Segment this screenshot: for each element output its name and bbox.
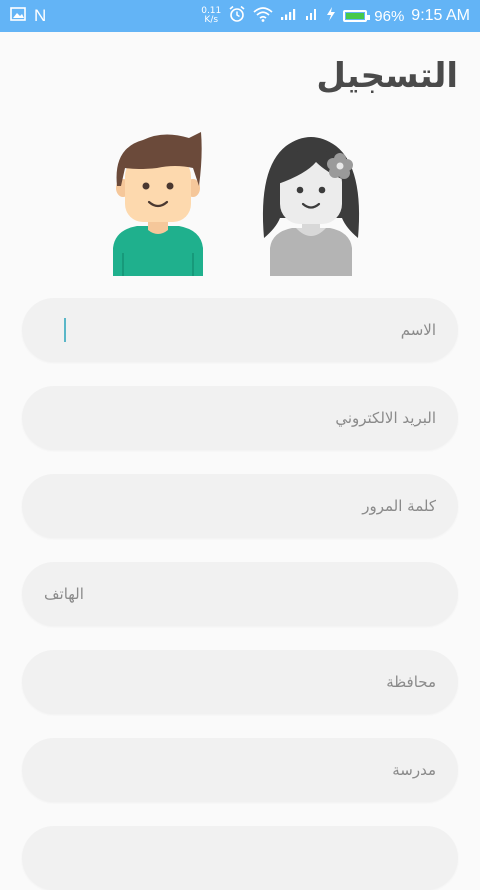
school-input[interactable] [22, 738, 458, 802]
image-icon [10, 7, 26, 25]
signal-icon [280, 7, 298, 25]
battery-percent: 96% [374, 7, 405, 25]
status-bar: N 0.11 K/s 96% 9:15 AM [0, 0, 480, 32]
text-cursor [64, 318, 66, 342]
page-title: التسجيل [316, 56, 458, 96]
status-bar-left: N [10, 0, 46, 32]
notification-n-icon: N [34, 6, 47, 25]
email-input[interactable] [22, 386, 458, 450]
clock: 9:15 AM [411, 7, 470, 24]
battery-icon [343, 10, 371, 22]
additional-input[interactable] [22, 826, 458, 890]
boy-avatar[interactable] [103, 128, 213, 278]
email-field[interactable] [22, 386, 458, 450]
password-input[interactable] [22, 474, 458, 538]
network-speed: 0.11 K/s [201, 7, 221, 25]
phone-input[interactable] [22, 562, 458, 626]
governorate-input[interactable] [22, 650, 458, 714]
girl-avatar[interactable] [256, 128, 366, 278]
name-field[interactable] [22, 298, 458, 362]
school-field[interactable] [22, 738, 458, 802]
additional-field[interactable] [22, 826, 458, 890]
phone-field[interactable] [22, 562, 458, 626]
name-input[interactable] [22, 298, 458, 362]
wifi-icon [253, 6, 273, 26]
battery-level [346, 13, 364, 19]
signal-icon-2 [305, 7, 319, 25]
password-field[interactable] [22, 474, 458, 538]
alarm-icon [228, 5, 246, 27]
governorate-field[interactable] [22, 650, 458, 714]
charging-icon [326, 7, 336, 25]
status-bar-right: 0.11 K/s 96% 9:15 AM [201, 0, 470, 32]
speed-unit: K/s [204, 15, 219, 25]
